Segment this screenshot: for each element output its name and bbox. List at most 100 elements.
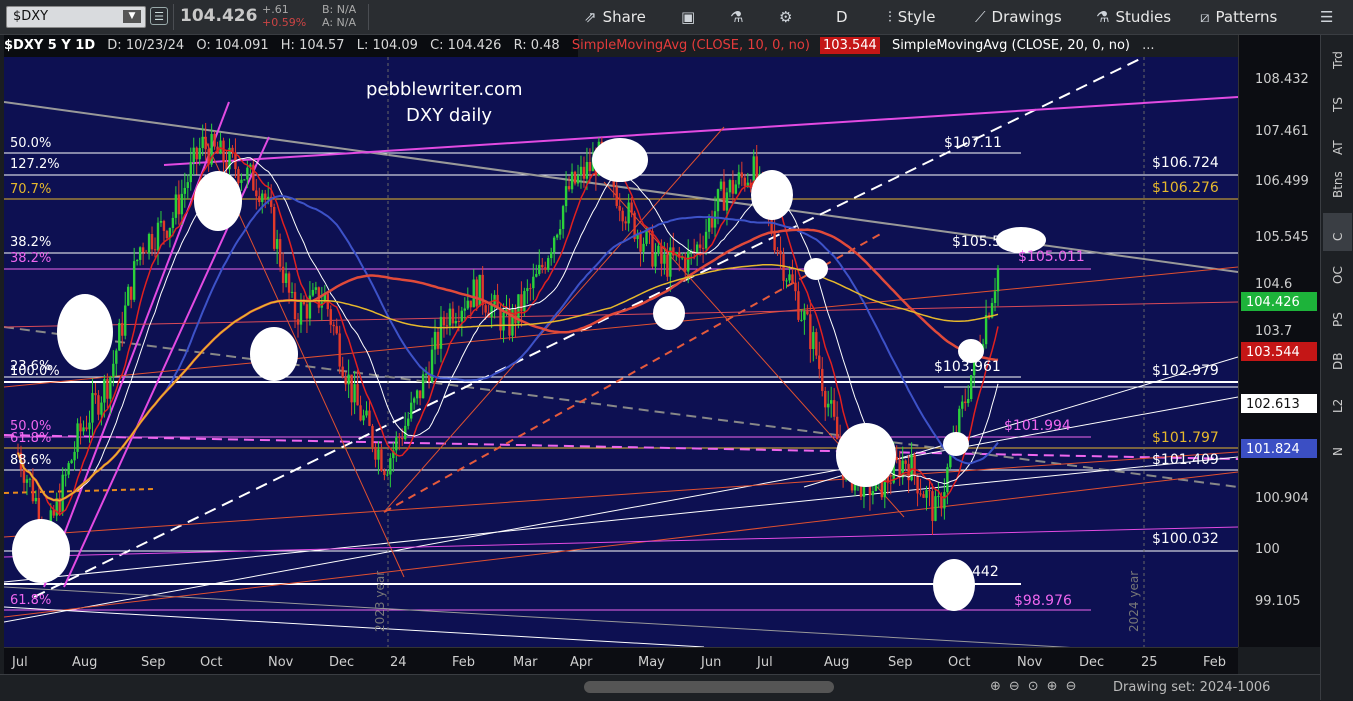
candle-body bbox=[82, 427, 85, 432]
candle-body bbox=[502, 312, 505, 331]
time-scrollbar[interactable] bbox=[584, 681, 834, 693]
candle-body bbox=[910, 454, 913, 481]
candle-body bbox=[109, 377, 112, 399]
candle-body bbox=[564, 186, 568, 207]
chart-plot-area[interactable]: pebblewriter.com DXY daily 50.0% 127.2% 70.7… bbox=[4, 57, 1238, 647]
zoom-controls[interactable]: ⊕⊖⊙⊕⊖ bbox=[990, 679, 1084, 694]
candle-body bbox=[740, 172, 744, 178]
candle-body bbox=[630, 202, 633, 213]
candle-body bbox=[779, 250, 782, 255]
candle-body bbox=[484, 305, 487, 313]
symbol-selector[interactable]: $DXY ▼ bbox=[6, 6, 146, 28]
candle-body bbox=[180, 193, 184, 215]
side-tab[interactable]: N bbox=[1323, 428, 1352, 466]
flask-icon[interactable]: ⚗ bbox=[730, 8, 749, 26]
candle-body bbox=[356, 384, 359, 406]
price-tag: 103.544 bbox=[1241, 342, 1317, 361]
patterns-button[interactable]: ⧄ Patterns bbox=[1200, 8, 1277, 26]
time-tick-label: Nov bbox=[1017, 655, 1043, 670]
year-label: 2023 year bbox=[373, 571, 387, 632]
candle-body bbox=[246, 167, 249, 180]
side-tab[interactable]: Trd bbox=[1323, 41, 1352, 79]
price-tick-label: 108.432 bbox=[1255, 72, 1309, 87]
drawings-button[interactable]: ⟋ Drawings bbox=[975, 8, 1062, 26]
side-tab[interactable]: TS bbox=[1323, 84, 1352, 122]
candle-body bbox=[535, 274, 538, 277]
link-icon[interactable]: ☰ bbox=[150, 7, 168, 25]
candle-body bbox=[835, 416, 839, 440]
style-button[interactable]: ⫶ Style bbox=[888, 8, 935, 26]
side-tab[interactable]: PS bbox=[1323, 299, 1352, 337]
news-icon[interactable]: ▣ bbox=[681, 8, 701, 26]
candle-body bbox=[704, 231, 708, 249]
highlight-ellipse bbox=[836, 423, 896, 487]
candle-body bbox=[788, 274, 791, 281]
study-more[interactable]: ... bbox=[1142, 38, 1154, 53]
time-axis[interactable]: Jul Aug Sep Oct Nov Dec 24 Feb Mar Apr May Jun Jul Au… bbox=[4, 647, 1238, 675]
side-tab[interactable]: L2 bbox=[1323, 385, 1352, 423]
price-tick-label: 100.904 bbox=[1255, 491, 1309, 506]
candle-body bbox=[243, 179, 246, 181]
candle-body bbox=[561, 206, 565, 229]
side-tab[interactable]: DB bbox=[1323, 342, 1352, 380]
side-tab-label: DB bbox=[1331, 352, 1345, 370]
side-tab[interactable]: C bbox=[1323, 213, 1352, 251]
time-tick-label: Jul bbox=[756, 655, 773, 670]
side-tab[interactable]: Btns bbox=[1323, 170, 1352, 208]
studies-button[interactable]: ⚗ Studies bbox=[1096, 8, 1171, 26]
candle-body bbox=[803, 311, 806, 320]
candle-body bbox=[555, 234, 559, 238]
candle-body bbox=[284, 273, 288, 283]
candle-body bbox=[106, 379, 109, 399]
candle-body bbox=[448, 308, 452, 326]
close-readout: C: 104.426 bbox=[430, 38, 502, 53]
sma10-label[interactable]: SimpleMovingAvg (CLOSE, 10, 0, no) bbox=[572, 38, 810, 53]
candle-body bbox=[365, 410, 368, 416]
price-tag-label: 103.544 bbox=[1246, 345, 1300, 360]
candle-body bbox=[341, 366, 344, 377]
price-change: +.61 +0.59% bbox=[262, 3, 306, 29]
candle-body bbox=[722, 181, 726, 211]
candle-body bbox=[359, 405, 362, 421]
candle-body bbox=[261, 193, 264, 203]
price-tag-label: 102.613 bbox=[1246, 397, 1300, 412]
fib-label: 100.0% bbox=[10, 364, 60, 379]
chevron-down-icon[interactable]: ▼ bbox=[123, 10, 141, 23]
side-tab[interactable]: OC bbox=[1323, 256, 1352, 294]
candle-body bbox=[615, 186, 618, 206]
patterns-icon: ⧄ bbox=[1200, 8, 1210, 26]
candle-body bbox=[201, 136, 204, 149]
candle-body bbox=[922, 494, 925, 498]
candle-body bbox=[287, 273, 291, 293]
candle-body bbox=[827, 403, 830, 408]
candle-body bbox=[701, 247, 705, 249]
candle-body bbox=[150, 233, 154, 250]
candle-body bbox=[806, 311, 809, 315]
price-axis[interactable]: 108.432 107.461 106.499 105.545 104.6 103.7 10… bbox=[1238, 35, 1321, 647]
candle-body bbox=[299, 301, 303, 325]
pencil-icon: ⟋ bbox=[975, 8, 986, 26]
candle-body bbox=[570, 171, 574, 190]
fib-label: 127.2% bbox=[10, 157, 60, 172]
candle-body bbox=[588, 161, 592, 172]
candle-body bbox=[159, 221, 163, 223]
candle-body bbox=[660, 245, 663, 264]
candle-body bbox=[153, 249, 157, 251]
menu-icon[interactable]: ☰ bbox=[1320, 8, 1339, 26]
period-button[interactable]: D bbox=[836, 8, 848, 26]
watermark-text: DXY daily bbox=[406, 105, 492, 126]
drawing-set-label: Drawing set: 2024-1006 bbox=[1113, 680, 1271, 695]
range-readout: R: 0.48 bbox=[513, 38, 560, 53]
side-tab[interactable]: AT bbox=[1323, 127, 1352, 165]
ask-value: A: N/A bbox=[322, 16, 356, 29]
sma20-label[interactable]: SimpleMovingAvg (CLOSE, 20, 0, no) bbox=[892, 38, 1130, 53]
candle-body bbox=[347, 374, 350, 385]
gear-icon[interactable]: ⚙ bbox=[779, 8, 798, 26]
candle-body bbox=[544, 267, 547, 270]
share-button[interactable]: ⇗ Share bbox=[584, 8, 646, 26]
level-label: $106.724 bbox=[1152, 155, 1219, 171]
candle-body bbox=[22, 469, 26, 483]
candle-body bbox=[809, 314, 812, 350]
candle-body bbox=[147, 233, 151, 254]
candle-body bbox=[475, 279, 478, 307]
